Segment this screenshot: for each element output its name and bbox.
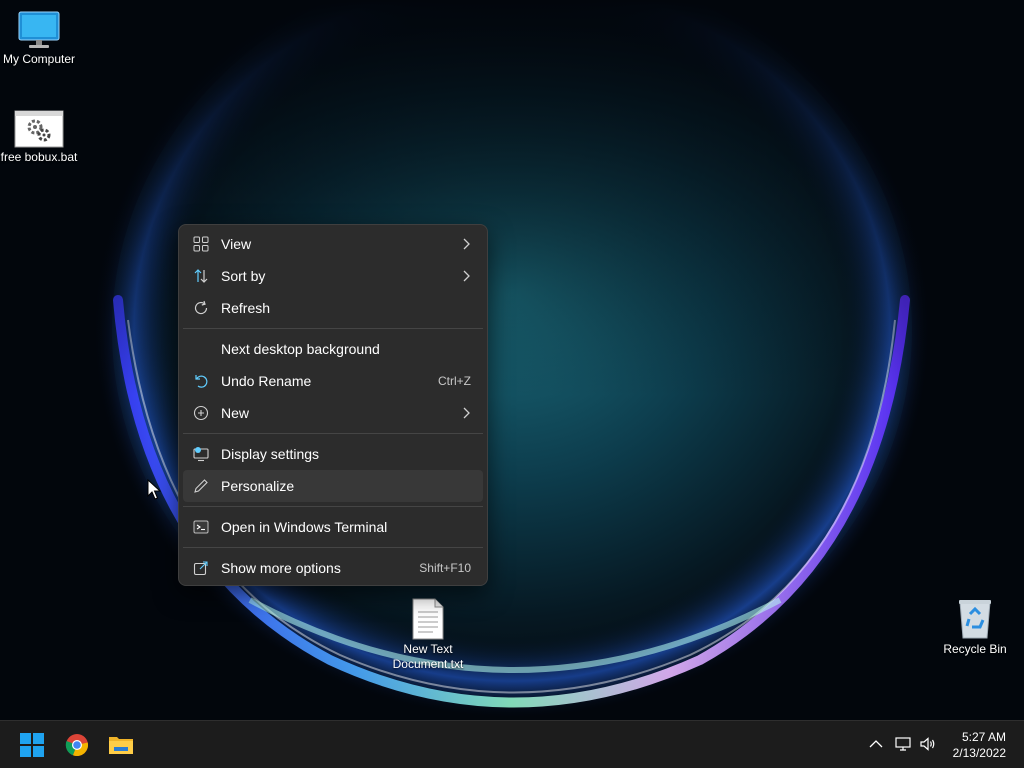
menu-item-display-settings[interactable]: Display settings (183, 438, 483, 470)
display-settings-icon (193, 447, 209, 462)
terminal-icon (193, 520, 209, 534)
menu-item-view[interactable]: View (183, 228, 483, 260)
desktop-icon-free-bobux-bat[interactable]: free bobux.bat (0, 110, 79, 165)
menu-item-label: Open in Windows Terminal (221, 519, 388, 535)
recycle-bin-icon (959, 600, 991, 639)
folder-icon (109, 737, 133, 754)
taskbar-chrome-button[interactable] (59, 727, 95, 763)
menu-item-label: Refresh (221, 300, 271, 316)
grid-view-icon (193, 236, 209, 252)
menu-separator (183, 547, 483, 548)
refresh-icon (194, 300, 208, 315)
menu-item-refresh[interactable]: Refresh (183, 292, 483, 324)
menu-item-label: Personalize (221, 478, 295, 494)
monitor-icon (18, 11, 60, 48)
desktop-icon-my-computer[interactable]: My Computer (0, 10, 79, 67)
chevron-right-icon (463, 238, 470, 250)
menu-item-personalize[interactable]: Personalize (183, 470, 483, 502)
pen-icon (194, 479, 208, 493)
menu-item-label: New (221, 405, 250, 421)
chevron-right-icon (463, 270, 470, 282)
desktop-icon-label: New Text Document.txt (392, 642, 464, 671)
desktop[interactable]: My Computer free bobux.bat New Text Docu… (0, 0, 1024, 720)
taskbar-clock[interactable]: 5:27 AM 2/13/2022 (953, 729, 1006, 761)
menu-item-label: Sort by (221, 268, 266, 284)
desktop-icon-new-text-document[interactable]: New Text Document.txt (388, 598, 468, 672)
sort-arrows-icon (194, 269, 208, 283)
menu-item-label: View (221, 236, 252, 252)
chevron-right-icon (463, 407, 470, 419)
clock-date: 2/13/2022 (952, 746, 1006, 760)
text-file-icon (412, 598, 444, 640)
menu-item-label: Display settings (221, 446, 320, 462)
menu-separator (183, 433, 483, 434)
undo-icon (195, 375, 208, 388)
desktop-icon-label: Recycle Bin (943, 642, 1007, 656)
menu-item-open-in-windows-terminal[interactable]: Open in Windows Terminal (183, 511, 483, 543)
desktop-context-menu: View Sort by Refresh Next desktop backgr… (178, 224, 488, 586)
menu-item-label: Next desktop background (221, 341, 380, 357)
network-icon[interactable] (894, 735, 912, 753)
batch-file-icon (14, 110, 64, 148)
start-button[interactable] (14, 727, 50, 763)
menu-item-label: Undo Rename (221, 373, 312, 389)
wallpaper-bloom (0, 0, 1024, 720)
menu-item-show-more-options[interactable]: Show more options Shift+F10 (183, 552, 483, 584)
volume-icon[interactable] (919, 735, 937, 753)
menu-item-label: Show more options (221, 560, 341, 576)
clock-time: 5:27 AM (961, 730, 1006, 744)
menu-separator (183, 506, 483, 507)
desktop-icon-recycle-bin[interactable]: Recycle Bin (935, 598, 1015, 657)
chevron-up-icon[interactable] (867, 735, 885, 753)
menu-item-sort-by[interactable]: Sort by (183, 260, 483, 292)
menu-separator (183, 328, 483, 329)
menu-item-new[interactable]: New (183, 397, 483, 429)
menu-item-shortcut: Ctrl+Z (438, 374, 471, 388)
desktop-icon-label: free bobux.bat (0, 150, 78, 164)
desktop-icon-label: My Computer (2, 52, 76, 66)
share-icon (193, 561, 208, 576)
menu-item-undo-rename[interactable]: Undo Rename Ctrl+Z (183, 365, 483, 397)
menu-item-shortcut: Shift+F10 (419, 561, 471, 575)
taskbar-file-explorer-button[interactable] (103, 727, 139, 763)
windows-logo-icon (20, 733, 44, 757)
plus-circle-icon (193, 405, 209, 421)
menu-item-next-desktop-background[interactable]: Next desktop background (183, 333, 483, 365)
mouse-cursor-icon (147, 479, 161, 500)
chrome-icon (65, 734, 89, 757)
taskbar: 5:27 AM 2/13/2022 (0, 720, 1024, 768)
